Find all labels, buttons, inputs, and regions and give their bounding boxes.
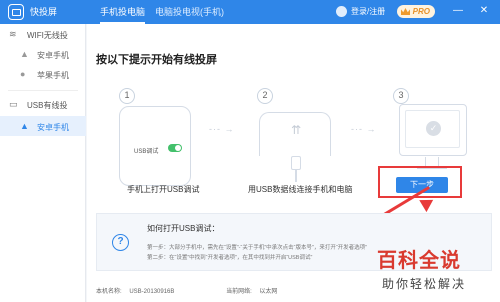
- arrow-icon: -·- →: [351, 124, 377, 134]
- sidebar-item-wifi-apple[interactable]: ● 苹果手机: [0, 64, 86, 84]
- app-title: 快投屏: [30, 7, 58, 17]
- cable-line: [295, 170, 297, 182]
- help-title: 如何打开USB调试：: [147, 224, 220, 233]
- watermark-slogan: 助你轻松解决: [382, 277, 467, 291]
- wifi-icon: ≋: [9, 29, 17, 39]
- status-footer: 本机名称: USB-20130916B 当前网络: 以太网: [96, 286, 277, 295]
- minimize-button[interactable]: —: [452, 5, 464, 17]
- question-icon: ?: [112, 234, 129, 251]
- tab-pc-to-tv[interactable]: 电脑投电视(手机): [155, 4, 224, 20]
- android-icon: ▲: [20, 49, 29, 59]
- network-label: 当前网络:: [226, 289, 252, 295]
- monitor-illustration: ✓: [399, 104, 467, 156]
- title-bar: 快投屏 手机投电脑 电脑投电视(手机) 登录/注册 PRO — ✕: [0, 0, 500, 24]
- step-1-number: 1: [119, 88, 135, 104]
- step-2-desc: 用USB数据线连接手机和电脑: [248, 185, 353, 194]
- sidebar: ≋ WIFI无线投 ▲ 安卓手机 ● 苹果手机 ▭ USB有线投 ▲ 安卓手机: [0, 24, 86, 302]
- help-step-1: 第一步：大部分手机中，需先在“设置”-“关于手机”中承次点击“版本号”，来打开“…: [147, 245, 367, 251]
- page-title: 按以下提示开始有线投屏: [96, 54, 217, 66]
- sidebar-item-wifi-android[interactable]: ▲ 安卓手机: [0, 44, 86, 64]
- step-1-desc: 手机上打开USB调试: [127, 185, 200, 194]
- check-icon: ✓: [426, 121, 441, 136]
- help-step-2: 第二步：在“设置”中找到“开发者选项”，在其中找到并开启“USB调试”: [147, 255, 313, 261]
- close-button[interactable]: ✕: [478, 5, 490, 17]
- usb-plug-icon: [291, 156, 301, 170]
- usb-debug-label: USB调试: [134, 149, 159, 155]
- app-logo-icon: [8, 4, 24, 20]
- usb-device-icon: ▭: [9, 99, 18, 109]
- usb-icon: ⇈: [291, 123, 302, 137]
- sidebar-divider: [8, 90, 78, 91]
- tab-phone-to-pc[interactable]: 手机投电脑: [100, 4, 146, 24]
- phone-illustration: USB调试: [119, 106, 191, 186]
- android-icon: ▲: [20, 121, 29, 131]
- sidebar-item-usb-android[interactable]: ▲ 安卓手机: [0, 116, 86, 136]
- device-name-label: 本机名称:: [96, 289, 122, 295]
- phone-usb-illustration: ⇈: [259, 112, 331, 156]
- monitor-screen: ✓: [405, 110, 460, 148]
- device-name-value: USB-20130916B: [129, 289, 175, 295]
- login-link[interactable]: 登录/注册: [351, 6, 385, 17]
- step-2-number: 2: [257, 88, 273, 104]
- arrow-icon: -·- →: [209, 124, 235, 134]
- pro-badge[interactable]: PRO: [397, 5, 435, 18]
- watermark-logo: 百科全说: [377, 250, 461, 272]
- step-3-number: 3: [393, 88, 409, 104]
- usb-debug-row: USB调试: [134, 143, 184, 157]
- apple-icon: ●: [20, 69, 26, 79]
- network-value: 以太网: [259, 289, 278, 295]
- toggle-icon: [168, 144, 182, 152]
- avatar[interactable]: [336, 6, 347, 17]
